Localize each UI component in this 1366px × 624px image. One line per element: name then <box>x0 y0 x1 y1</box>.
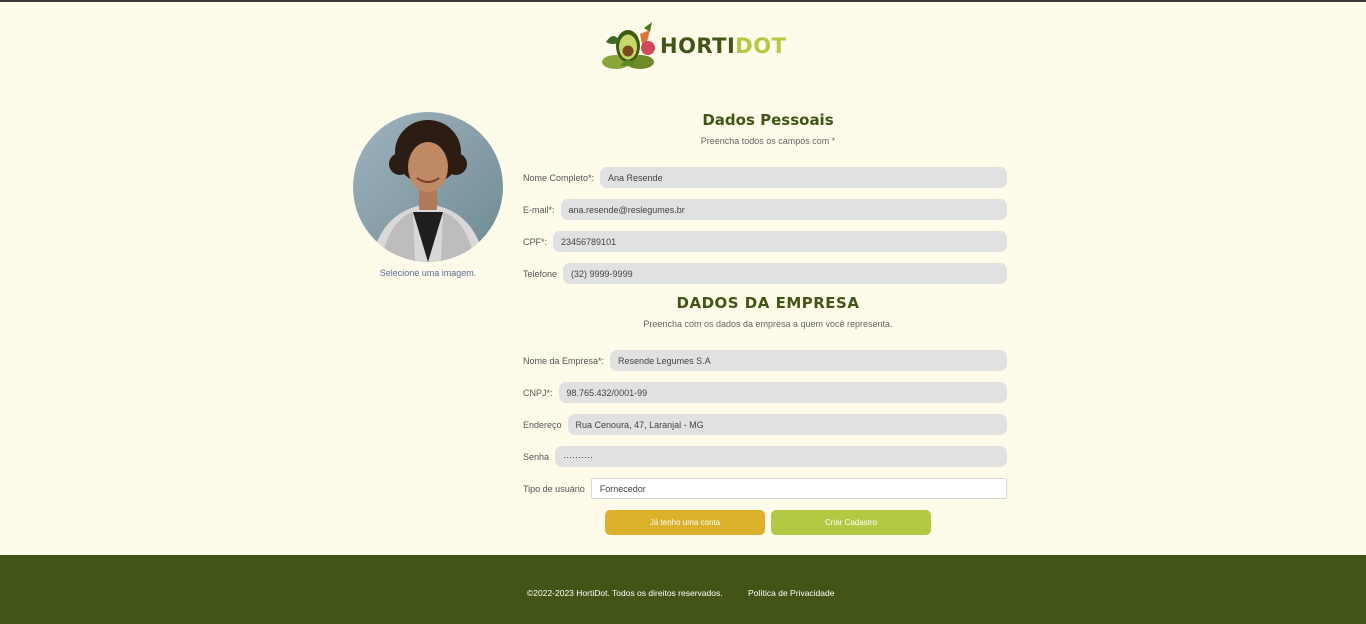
top-border <box>0 0 1366 2</box>
phone-row: Telefone (32) 9999-9999 <box>523 263 1007 284</box>
full-name-input[interactable]: Ana Resende <box>600 167 1007 188</box>
company-name-input[interactable]: Resende Legumes S.A <box>610 350 1007 371</box>
phone-label: Telefone <box>523 268 558 279</box>
password-row: Senha ·········· <box>523 446 1007 467</box>
personal-data-subtitle: Preencha todos os campos com * <box>700 136 836 146</box>
select-image-link[interactable]: Selecione uma imagem. <box>353 268 503 278</box>
profile-photo <box>353 112 503 262</box>
company-name-row: Nome da Empresa*: Resende Legumes S.A <box>523 350 1007 371</box>
create-account-button[interactable]: Criar Cadastro <box>771 510 931 535</box>
address-row: Endereço Rua Cenoura, 47, Laranjal - MG <box>523 414 1007 435</box>
cnpj-row: CNPJ*: 98.765.432/0001-99 <box>523 382 1007 403</box>
cnpj-label: CNPJ*: <box>523 387 553 398</box>
brand-name-part2: DOT <box>735 34 787 58</box>
password-input[interactable]: ·········· <box>555 446 1007 467</box>
already-have-account-button[interactable]: Já tenho uma conta <box>605 510 765 535</box>
user-type-label: Tipo de usuário <box>523 483 585 494</box>
personal-data-title: Dados Pessoais <box>702 111 834 129</box>
user-type-row: Tipo de usuário Fornecedor <box>523 478 1007 499</box>
address-label: Endereço <box>523 419 562 430</box>
email-row: E-mail*: ana.resende@reslegumes.br <box>523 199 1007 220</box>
address-input[interactable]: Rua Cenoura, 47, Laranjal - MG <box>567 414 1007 435</box>
footer: ©2022-2023 HortiDot. Todos os direitos r… <box>0 555 1366 624</box>
copyright-text: ©2022-2023 HortiDot. Todos os direitos r… <box>527 588 723 598</box>
hortidot-logo[interactable]: HORTIDOT <box>600 20 786 72</box>
cpf-row: CPF*: 23456789101 <box>523 231 1007 252</box>
company-name-label: Nome da Empresa*: <box>523 355 605 366</box>
email-input[interactable]: ana.resende@reslegumes.br <box>560 199 1007 220</box>
full-name-row: Nome Completo*: Ana Resende <box>523 167 1007 188</box>
company-data-title: DADOS DA EMPRESA <box>676 294 860 312</box>
cpf-label: CPF*: <box>523 236 548 247</box>
phone-input[interactable]: (32) 9999-9999 <box>563 263 1007 284</box>
full-name-label: Nome Completo*: <box>523 172 595 183</box>
avatar[interactable] <box>353 112 503 262</box>
vegetables-logo-icon <box>602 22 655 69</box>
email-label: E-mail*: <box>523 204 555 215</box>
privacy-policy-link[interactable]: Política de Privacidade <box>748 588 834 598</box>
brand-name-part1: HORTI <box>660 34 736 58</box>
user-type-select[interactable]: Fornecedor <box>590 478 1007 499</box>
cpf-input[interactable]: 23456789101 <box>553 231 1007 252</box>
cnpj-input[interactable]: 98.765.432/0001-99 <box>558 382 1007 403</box>
password-label: Senha <box>523 451 550 462</box>
brand-name: HORTIDOT <box>660 34 786 58</box>
company-data-subtitle: Preencha com os dados da empresa a quem … <box>643 319 893 329</box>
